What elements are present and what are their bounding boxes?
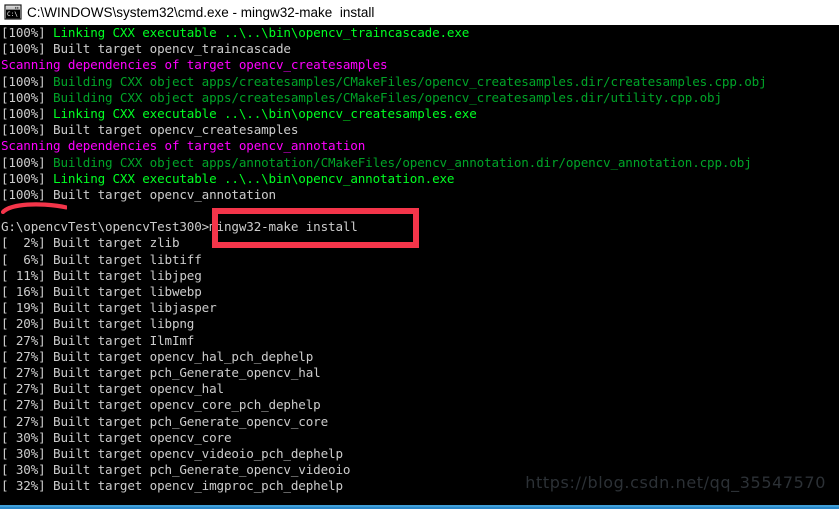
console-line: [ 6%] Built target libtiff [0,252,839,268]
console-line: [ 16%] Built target libwebp [0,284,839,300]
console-line: [ 27%] Built target pch_Generate_opencv_… [0,414,839,430]
bottom-border-strip [0,505,839,507]
console-line: G:\opencvTest\opencvTest300>mingw32-make… [0,219,839,235]
watermark-url: https://blog.csdn.net/qq_35547570 [525,473,826,492]
console-text-run: [100%] [1,89,54,105]
console-line: [100%] Building CXX object apps/createsa… [0,74,839,90]
console-line: [ 27%] Built target opencv_hal [0,381,839,397]
console-text-run: [ 27%] Built target opencv_hal_pch_dephe… [1,348,314,364]
console-text-run: [100%] [1,73,54,89]
console-text-run: [100%] Built target opencv_traincascade [1,41,291,57]
console-line: [100%] Linking CXX executable ..\..\bin\… [0,171,839,187]
console-line: [ 30%] Built target opencv_core [0,430,839,446]
console-line: [ 19%] Built target libjasper [0,300,839,316]
console-line: Scanning dependencies of target opencv_c… [0,57,839,73]
console-line: [100%] Built target opencv_createsamples [0,122,839,138]
console-line: [100%] Linking CXX executable ..\..\bin\… [0,25,839,41]
console-text-run: [ 6%] Built target libtiff [1,251,202,267]
console-line: [ 11%] Built target libjpeg [0,268,839,284]
console-line: [ 27%] Built target IlmImf [0,333,839,349]
cmd-console-icon: C:\ [4,4,22,21]
console-text-run: [ 27%] Built target opencv_core_pch_deph… [1,397,321,413]
console-text-run: [100%] [1,105,54,121]
console-text-run: [ 19%] Built target libjasper [1,300,217,316]
svg-text:C:\: C:\ [7,11,18,18]
console-text-run: [ 32%] Built target opencv_imgproc_pch_d… [1,478,343,494]
console-line: [ 20%] Built target libpng [0,316,839,332]
console-text-run: [ 27%] Built target pch_Generate_opencv_… [1,413,329,429]
console-line: [ 27%] Built target opencv_hal_pch_dephe… [0,349,839,365]
console-line: [ 2%] Built target zlib [0,235,839,251]
console-output[interactable]: [100%] Linking CXX executable ..\..\bin\… [0,25,839,505]
console-text-run: [ 16%] Built target libwebp [1,284,202,299]
console-text-run: Linking CXX executable ..\..\bin\opencv_… [53,25,470,40]
window-titlebar[interactable]: C:\ C:\WINDOWS\system32\cmd.exe - mingw3… [0,0,839,25]
console-text-run: [ 30%] Built target opencv_videoio_pch_d… [1,445,343,461]
console-line: Scanning dependencies of target opencv_a… [0,138,839,154]
console-text-run: Linking CXX executable ..\..\bin\opencv_… [53,105,477,121]
console-line: [100%] Built target opencv_traincascade [0,41,839,57]
console-text-run: Linking CXX executable ..\..\bin\opencv_… [53,170,455,186]
console-text-run: Scanning dependencies of target opencv_c… [1,57,388,73]
console-text-run: [100%] [1,25,54,40]
console-text-run: [ 20%] Built target libpng [1,316,195,332]
console-text-run: [ 27%] Built target IlmImf [1,332,195,348]
window-title: C:\WINDOWS\system32\cmd.exe - mingw32-ma… [27,5,375,21]
console-text-run: [ 27%] Built target pch_Generate_opencv_… [1,364,321,380]
console-text-run: [100%] Built target opencv_annotation [1,186,276,202]
console-line: [ 27%] Built target pch_Generate_opencv_… [0,365,839,381]
console-text-run: Building CXX object apps/createsamples/C… [53,89,722,105]
console-line: [ 27%] Built target opencv_core_pch_deph… [0,397,839,413]
console-text-run: [ 11%] Built target libjpeg [1,267,202,283]
console-text-run: Building CXX object apps/createsamples/C… [53,73,767,89]
console-line: [ 30%] Built target opencv_videoio_pch_d… [0,446,839,462]
console-text-run: [100%] [1,170,54,186]
console-text-run: G:\opencvTest\opencvTest300>mingw32-make… [1,219,358,235]
console-line: [100%] Building CXX object apps/createsa… [0,90,839,106]
console-text-run: [ 30%] Built target pch_Generate_opencv_… [1,462,351,478]
console-text-run: [100%] [1,154,54,170]
console-text-run: [ 27%] Built target opencv_hal [1,381,224,397]
console-text-run: [ 30%] Built target opencv_core [1,429,232,445]
window-bottom-border [0,505,839,509]
cmd-window: C:\ C:\WINDOWS\system32\cmd.exe - mingw3… [0,0,839,509]
console-text-run: Building CXX object apps/annotation/CMak… [53,154,752,170]
console-line: [100%] Built target opencv_annotation [0,187,839,203]
console-text-run: [100%] Built target opencv_createsamples [1,122,299,138]
console-line: [100%] Linking CXX executable ..\..\bin\… [0,106,839,122]
console-text-run: [ 2%] Built target zlib [1,235,180,251]
console-line: [100%] Building CXX object apps/annotati… [0,155,839,171]
console-text-run: Scanning dependencies of target opencv_a… [1,138,366,154]
